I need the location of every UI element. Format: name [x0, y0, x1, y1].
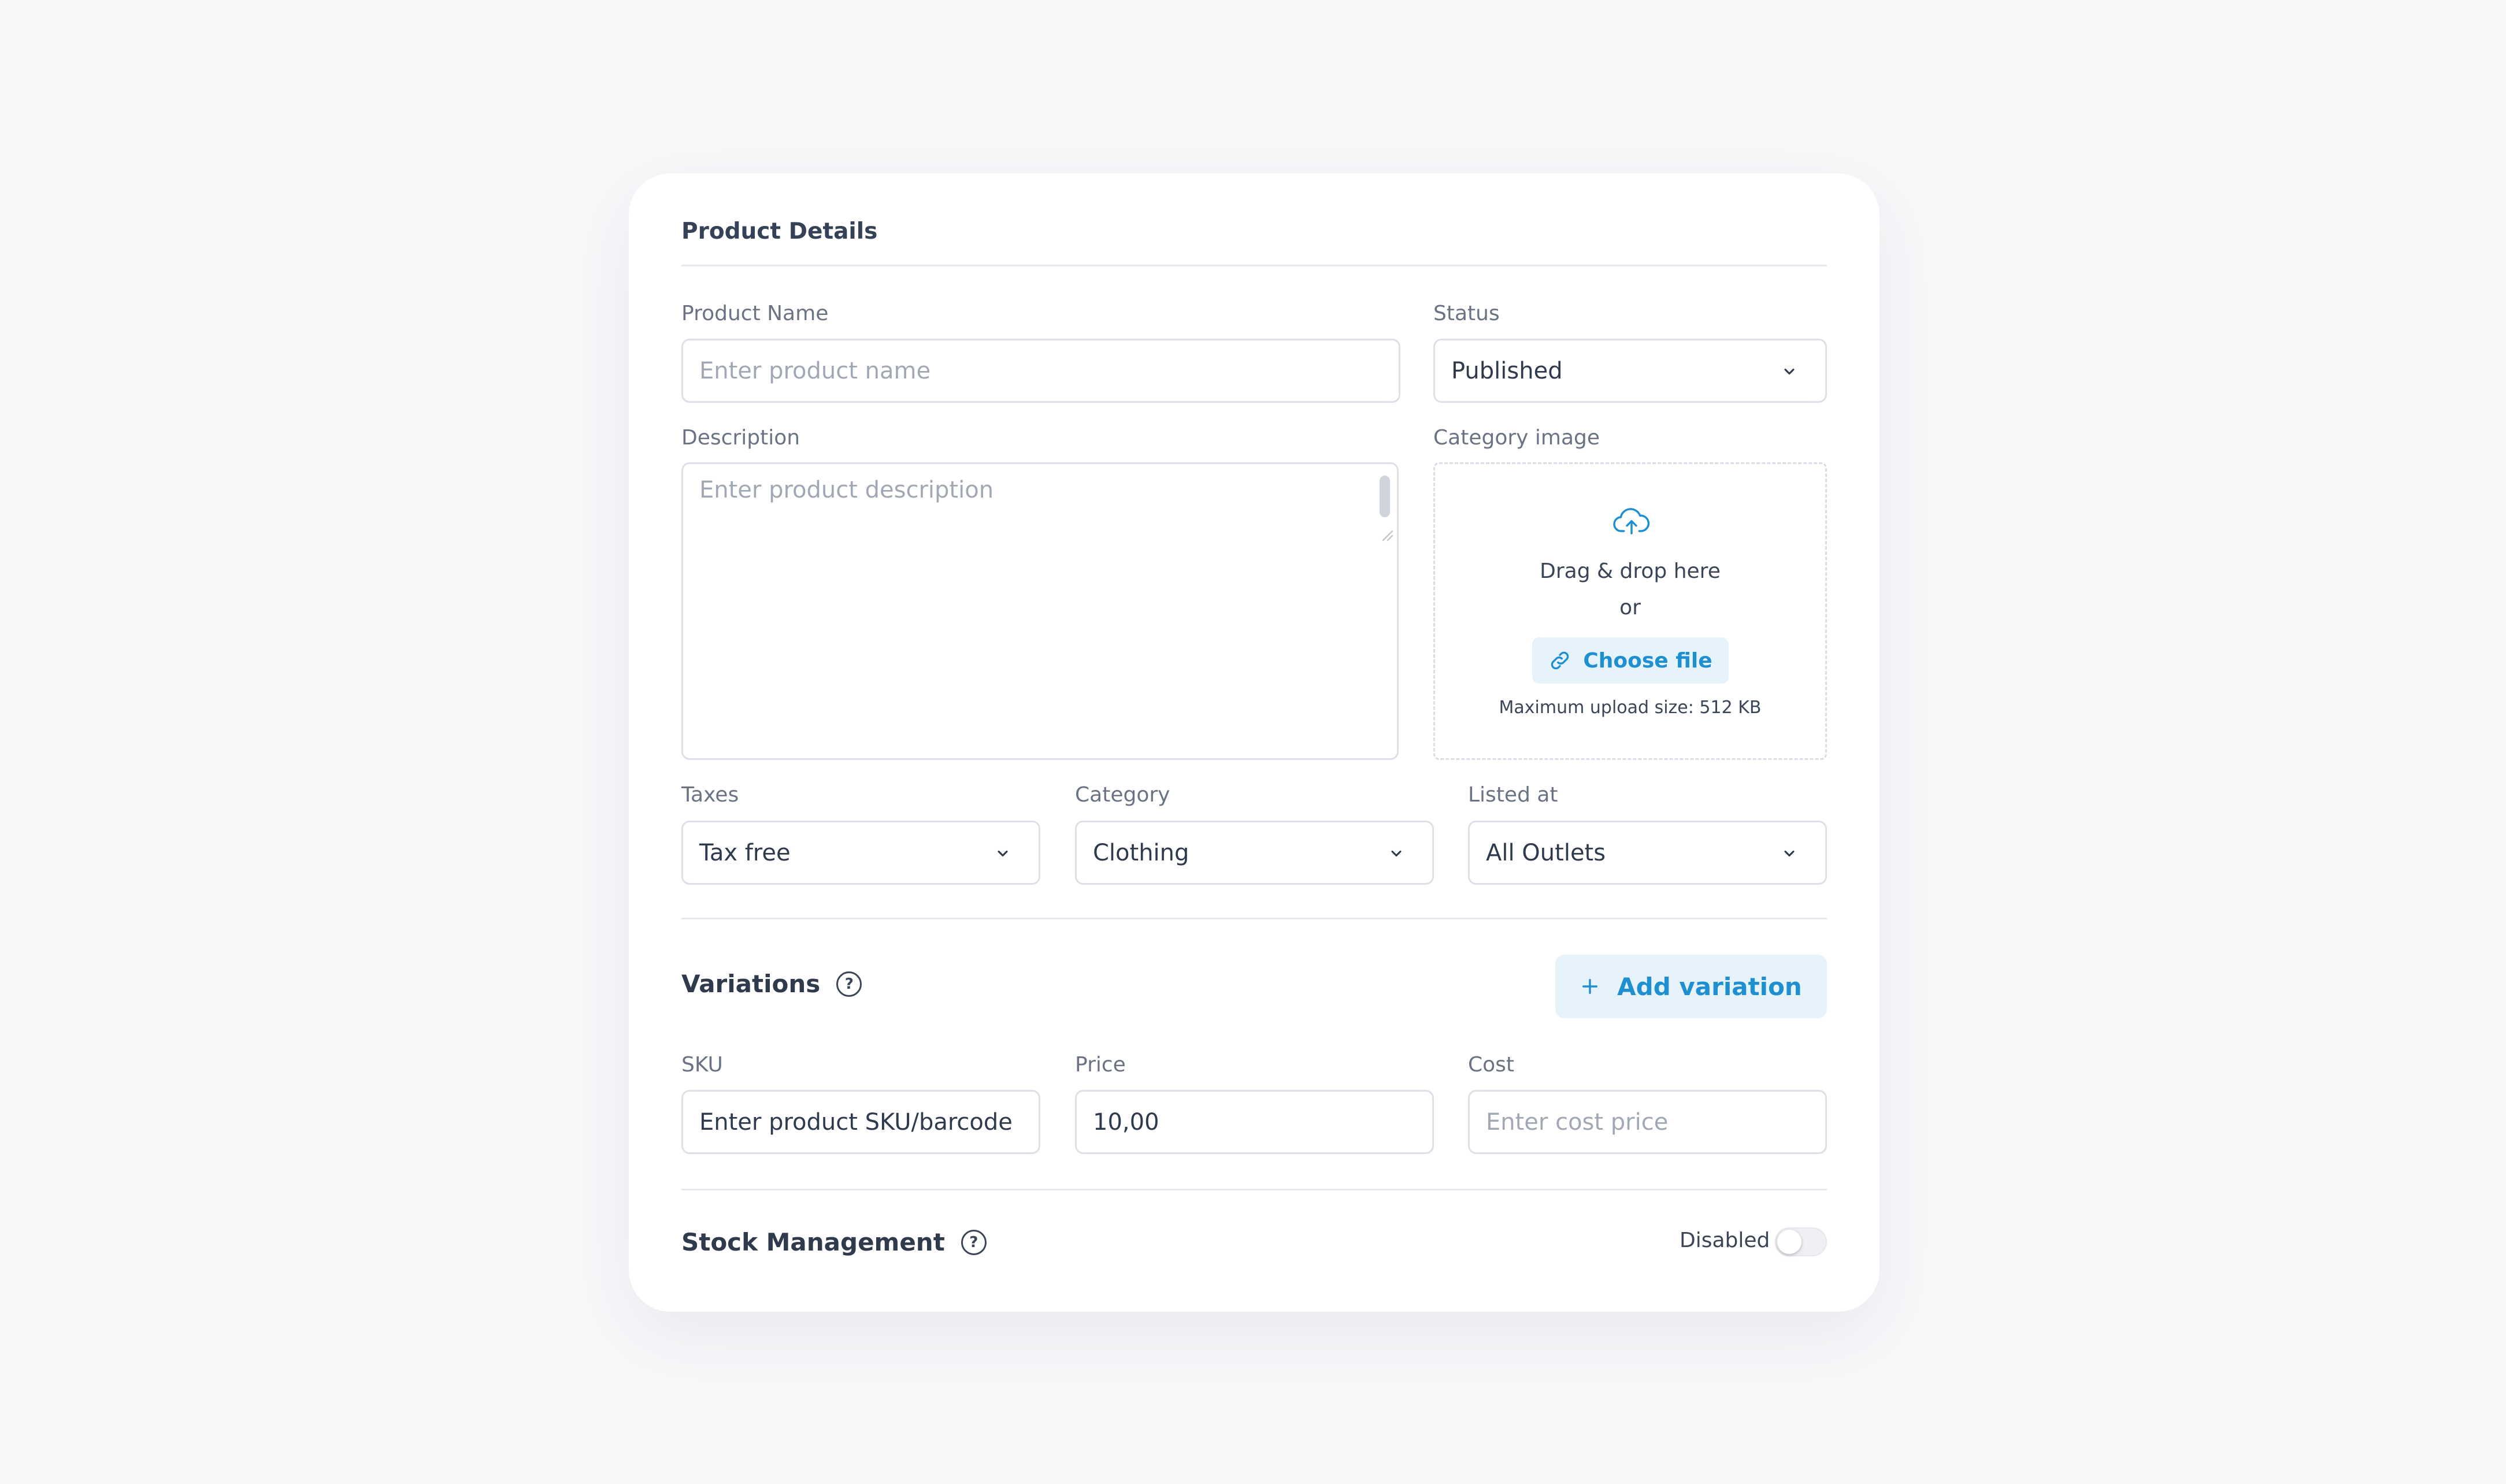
chevron-down-icon — [1391, 850, 1402, 857]
status-value: Published — [1451, 357, 1563, 384]
cost-field[interactable] — [1468, 1090, 1827, 1154]
product-name-field[interactable] — [681, 339, 1400, 403]
card-title: Product Details — [681, 218, 878, 244]
category-value: Clothing — [1093, 839, 1189, 866]
toggle-knob — [1777, 1230, 1801, 1254]
choose-file-button[interactable]: Choose file — [1532, 637, 1729, 684]
image-dropzone[interactable]: Drag & drop here or Choose file Maximum … — [1433, 462, 1827, 760]
link-icon — [1551, 651, 1569, 670]
listed-at-select[interactable]: All Outlets — [1468, 821, 1827, 885]
price-label: Price — [1075, 1053, 1126, 1077]
product-details-card: Product Details Product Name Status Publ… — [629, 173, 1880, 1312]
listed-at-label: Listed at — [1468, 783, 1558, 807]
header-divider — [681, 265, 1827, 266]
plus-icon — [1582, 978, 1598, 995]
price-field[interactable]: 10,00 — [1075, 1090, 1434, 1154]
category-label: Category — [1075, 783, 1170, 807]
listed-at-value: All Outlets — [1486, 839, 1606, 866]
drag-drop-text: Drag & drop here — [1540, 559, 1721, 583]
product-name-input[interactable] — [699, 357, 1382, 384]
variations-header: Variations ? — [681, 970, 862, 998]
stock-management-toggle[interactable] — [1775, 1227, 1827, 1256]
or-text: or — [1619, 596, 1641, 619]
taxes-select[interactable]: Tax free — [681, 821, 1040, 885]
sku-value[interactable]: Enter product SKU/barcode — [699, 1109, 1013, 1136]
stock-header: Stock Management ? — [681, 1228, 987, 1256]
section-divider — [681, 918, 1827, 919]
max-upload-size-text: Maximum upload size: 512 KB — [1499, 698, 1762, 718]
description-scrollbar[interactable] — [1380, 476, 1390, 517]
product-name-label: Product Name — [681, 302, 829, 325]
description-textarea-box — [681, 462, 1399, 760]
resize-handle-icon[interactable] — [1378, 526, 1393, 541]
variations-title: Variations — [681, 970, 821, 998]
chevron-down-icon — [1784, 850, 1795, 857]
sku-field[interactable]: Enter product SKU/barcode — [681, 1090, 1040, 1154]
status-select[interactable]: Published — [1433, 339, 1827, 403]
help-circle-icon[interactable]: ? — [961, 1229, 987, 1255]
choose-file-label: Choose file — [1583, 648, 1712, 673]
chevron-down-icon — [998, 850, 1008, 857]
category-image-label: Category image — [1433, 426, 1600, 450]
add-variation-label: Add variation — [1617, 972, 1802, 1001]
cost-input[interactable] — [1486, 1108, 1809, 1136]
description-label: Description — [681, 426, 800, 450]
cloud-upload-icon — [1613, 508, 1650, 535]
description-textarea[interactable] — [683, 464, 1397, 758]
stock-management-title: Stock Management — [681, 1228, 945, 1256]
page-background: Product Details Product Name Status Publ… — [0, 0, 2506, 1484]
add-variation-button[interactable]: Add variation — [1555, 955, 1827, 1018]
taxes-label: Taxes — [681, 783, 739, 807]
cost-label: Cost — [1468, 1053, 1515, 1077]
status-label: Status — [1433, 302, 1500, 325]
section-divider — [681, 1189, 1827, 1190]
taxes-value: Tax free — [699, 839, 791, 866]
chevron-down-icon — [1784, 368, 1795, 375]
category-select[interactable]: Clothing — [1075, 821, 1434, 885]
stock-toggle-label: Disabled — [1680, 1229, 1770, 1252]
sku-label: SKU — [681, 1053, 723, 1077]
price-value[interactable]: 10,00 — [1093, 1109, 1159, 1136]
help-circle-icon[interactable]: ? — [836, 971, 862, 997]
